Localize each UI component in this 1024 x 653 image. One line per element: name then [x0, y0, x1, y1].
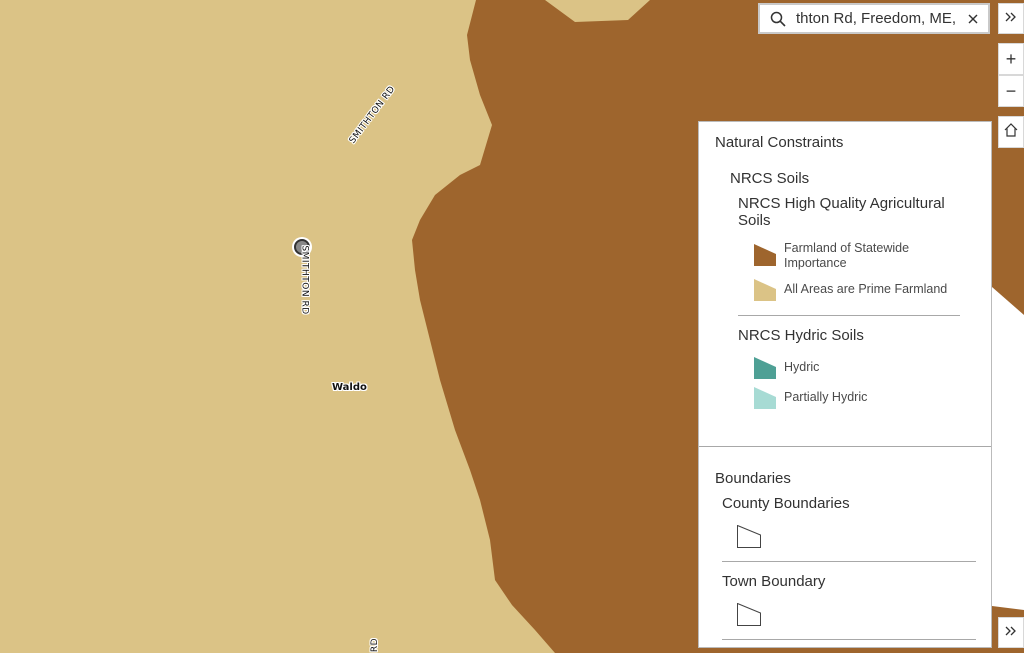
- legend-group-nrcs-soils: NRCS Soils: [730, 170, 810, 187]
- legend-item-partially-hydric: Partially Hydric: [784, 390, 868, 404]
- map-light-area: [992, 287, 1024, 610]
- legend-divider: [722, 639, 976, 640]
- zoom-out-button[interactable]: −: [998, 75, 1024, 107]
- expand-legend-button[interactable]: [998, 617, 1024, 648]
- legend-item-statewide: Farmland of Statewide Importance: [784, 241, 910, 270]
- zoom-in-button[interactable]: +: [998, 43, 1024, 75]
- home-icon: [1004, 122, 1018, 142]
- road-label-bottom: RD: [370, 637, 381, 653]
- legend-item-hydric: Hydric: [784, 360, 820, 374]
- swatch-prime-farmland: [754, 279, 776, 301]
- place-label-waldo: Waldo: [332, 382, 367, 393]
- close-icon[interactable]: [958, 5, 988, 32]
- swatch-statewide-importance: [754, 244, 776, 266]
- swatch-hydric: [754, 357, 776, 379]
- legend-divider: [722, 561, 976, 562]
- home-button[interactable]: [998, 116, 1024, 148]
- search-input[interactable]: thton Rd, Freedom, ME, (: [796, 10, 958, 27]
- legend-title: Natural Constraints: [715, 134, 844, 151]
- legend-item-prime: All Areas are Prime Farmland: [784, 282, 948, 296]
- legend-hydric-title: NRCS Hydric Soils: [738, 327, 864, 344]
- zoom-in-label: +: [1005, 48, 1017, 69]
- zoom-out-label: −: [1005, 80, 1017, 101]
- legend-section-divider: [699, 446, 991, 447]
- search-bar[interactable]: thton Rd, Freedom, ME, (: [758, 3, 990, 34]
- legend-county-title: County Boundaries: [722, 495, 850, 512]
- legend-panel[interactable]: Natural Constraints NRCS Soils NRCS High…: [698, 121, 992, 648]
- legend-agri-title: NRCS High Quality Agricultural Soils: [738, 195, 945, 229]
- legend-boundaries-title: Boundaries: [715, 470, 791, 487]
- search-icon[interactable]: [760, 5, 796, 32]
- legend-town-title: Town Boundary: [722, 573, 826, 590]
- swatch-town-boundary: [737, 603, 761, 626]
- chevrons-right-icon: [1004, 10, 1018, 28]
- legend-divider: [738, 315, 960, 316]
- road-label-smithton-vertical: SMITHTON RD: [299, 245, 310, 315]
- swatch-partially-hydric: [754, 387, 776, 409]
- swatch-county-boundary: [737, 525, 761, 548]
- chevrons-right-icon: [1004, 624, 1018, 642]
- expand-search-button[interactable]: [998, 3, 1024, 34]
